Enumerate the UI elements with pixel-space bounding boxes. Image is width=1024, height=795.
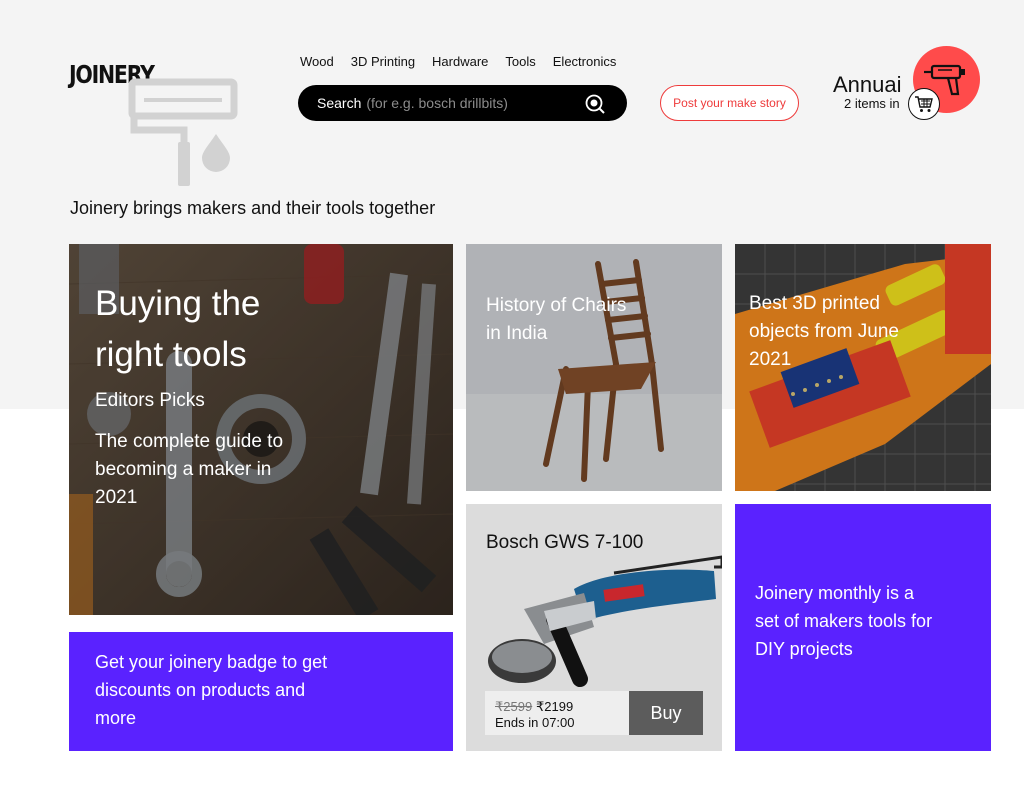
card-joinery-monthly[interactable]: Joinery monthly is a set of makers tools…	[735, 504, 991, 751]
deal-countdown: Ends in 07:00	[495, 715, 575, 730]
card-product-bosch[interactable]: Bosch GWS 7-100 ₹2599 ₹2199 Ends in 07:0…	[466, 504, 722, 751]
search-icon[interactable]	[585, 94, 605, 114]
card-buying-tools[interactable]: Buying the right tools Editors Picks The…	[69, 244, 453, 615]
search-bar: Search	[298, 85, 627, 121]
card-title: Best 3D printed objects from June 2021	[749, 293, 899, 370]
card-title: History of Chairs in India	[486, 295, 627, 344]
card-title: Get your joinery badge to get discounts …	[95, 652, 328, 728]
tagline: Joinery brings makers and their tools to…	[70, 198, 436, 218]
price-box: ₹2599 ₹2199 Ends in 07:00	[485, 691, 629, 735]
card-3d-printed[interactable]: Best 3D printed objects from June 2021	[735, 244, 991, 491]
card-description: The complete guide to becoming a maker i…	[95, 431, 284, 508]
card-title: Buying the right tools	[95, 284, 261, 374]
card-history-chairs[interactable]: History of Chairs in India	[466, 244, 722, 491]
card-subtitle: Editors Picks	[95, 390, 205, 411]
new-price: ₹2199	[536, 699, 574, 714]
nav-item-tools[interactable]: Tools	[505, 54, 535, 69]
angle-grinder-image	[488, 555, 722, 687]
paint-roller-icon	[128, 78, 238, 186]
nav-item-hardware[interactable]: Hardware	[432, 54, 488, 69]
buy-button[interactable]: Buy	[629, 691, 703, 735]
nav-item-3d-printing[interactable]: 3D Printing	[351, 54, 415, 69]
card-title: Joinery monthly is a set of makers tools…	[755, 583, 933, 659]
search-input[interactable]	[366, 95, 577, 111]
nav-item-wood[interactable]: Wood	[300, 54, 334, 69]
card-joinery-badge[interactable]: Get your joinery badge to get discounts …	[69, 632, 453, 751]
page: JOINERY Wood 3D Printing Hardware Tools …	[0, 0, 1024, 795]
chair-photo	[466, 244, 722, 491]
main-nav: Wood 3D Printing Hardware Tools Electron…	[300, 54, 616, 69]
cart-title: Annuai	[833, 72, 902, 97]
cart-icon[interactable]	[908, 88, 940, 120]
cart-items-count: 2 items in	[844, 96, 900, 111]
nav-item-electronics[interactable]: Electronics	[553, 54, 617, 69]
post-make-story-button[interactable]: Post your make story	[660, 85, 799, 121]
search-label: Search	[317, 95, 362, 111]
old-price: ₹2599	[495, 699, 533, 714]
